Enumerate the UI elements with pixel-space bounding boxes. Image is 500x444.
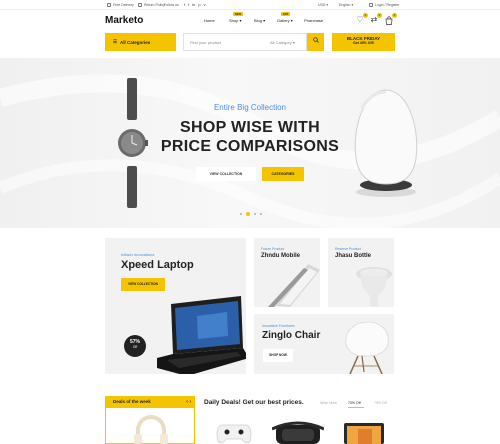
login-register-link[interactable]: Login / Register [369,3,400,8]
cart-button[interactable]: 0 [384,13,397,25]
bottle-banner[interactable]: Reserve Product Jhasu Bottle [328,238,394,307]
return-icon [138,3,142,8]
chair-banner[interactable]: Innovative Furnitures Zinglo Chair SHOP … [254,314,394,374]
site-logo[interactable]: Marketo [105,15,143,26]
search-button[interactable] [307,33,324,51]
twitter-icon[interactable]: t [188,2,189,7]
deals-tab-active[interactable]: 70% Off [348,401,361,405]
nav-home[interactable]: Home [204,18,215,23]
search-category-select[interactable]: All Category ▾ [270,40,295,45]
deals-of-week-header: Deals of the week ‹ › [105,396,195,408]
deal-arrows[interactable]: ‹ › [186,396,191,408]
discount-badge: 57% Off [124,335,146,357]
tablet-image [344,423,384,444]
pinterest-icon[interactable]: p [198,2,200,7]
nav-pharchase[interactable]: Pharchase [304,18,323,23]
bottle-image [356,267,392,307]
wishlist-button[interactable]: ♡ 0 [355,13,368,25]
return-policy[interactable]: Return Policy [138,3,165,8]
headphones-image [134,415,168,444]
phone-banner[interactable]: Future Product Zhndu Mobile [254,238,320,307]
view-collection-button[interactable]: VIEW COLLECTION [196,167,256,181]
active-tab-indicator [348,407,364,408]
search-icon [312,37,319,43]
phone-image [268,264,320,307]
chair-image [345,321,389,374]
hot-badge: HOT [281,12,291,16]
cart-count: 0 [392,13,397,18]
slider-dot[interactable] [240,213,242,215]
slider-dot[interactable] [254,213,256,215]
search-placeholder: Find your product [190,40,222,45]
slider-dot-active[interactable] [246,212,250,216]
laptop-view-collection-button[interactable]: VIEW COLLECTION [121,278,165,291]
categories-button[interactable]: CATEGORIES [262,167,304,181]
laptop-image [157,296,246,374]
vr-headset-image [272,421,324,444]
menu-icon: ☰ [113,39,118,44]
black-friday-promo[interactable]: BLACK FRIDAY Get 45% Off! [332,33,395,51]
compare-count: 0 [377,13,382,18]
all-categories-button[interactable]: ☰ All Categories [105,33,176,51]
search-input[interactable]: Find your product All Category ▾ [183,33,307,51]
follow-us-label: Follow us [164,3,179,7]
social-links: f t in p v [184,2,206,7]
wishlist-count: 0 [363,13,368,18]
compare-button[interactable]: ⇄ 0 [369,13,382,25]
hero-title: SHOP WISE WITH PRICE COMPARISONS [160,119,340,155]
cart-icon [385,16,393,25]
slider-dot[interactable] [260,213,262,215]
user-icon [369,3,373,8]
facebook-icon[interactable]: f [184,2,185,7]
deals-of-week-box[interactable] [105,408,195,444]
daily-deals-title: Daily Deals! Get our best prices. [204,399,304,406]
vimeo-icon[interactable]: v [204,2,206,7]
currency-select[interactable]: USD ▾ [318,3,328,7]
top-bar: Free Delivery Return Policy Follow us f … [0,0,500,10]
free-delivery[interactable]: Free Delivery [107,3,134,8]
language-select[interactable]: English ▾ [339,3,353,7]
shop-now-button[interactable]: SHOP NOW [263,349,293,362]
truck-icon [107,3,111,8]
deals-tab[interactable]: 70% Off [374,401,387,405]
nav-gallery[interactable]: HOT Gallery ▾ [277,12,293,23]
nav-shop[interactable]: NEW Shop ▾ [229,12,244,23]
gamepad-image [216,424,252,444]
hero-subtitle: Entire Big Collection [213,103,287,112]
deals-tab[interactable]: Wide Urea [320,401,337,405]
nav-blog[interactable]: Blog ▾ [254,18,265,23]
linkedin-icon[interactable]: in [192,2,195,7]
new-badge: NEW [233,12,244,16]
slider-dots [240,212,262,216]
